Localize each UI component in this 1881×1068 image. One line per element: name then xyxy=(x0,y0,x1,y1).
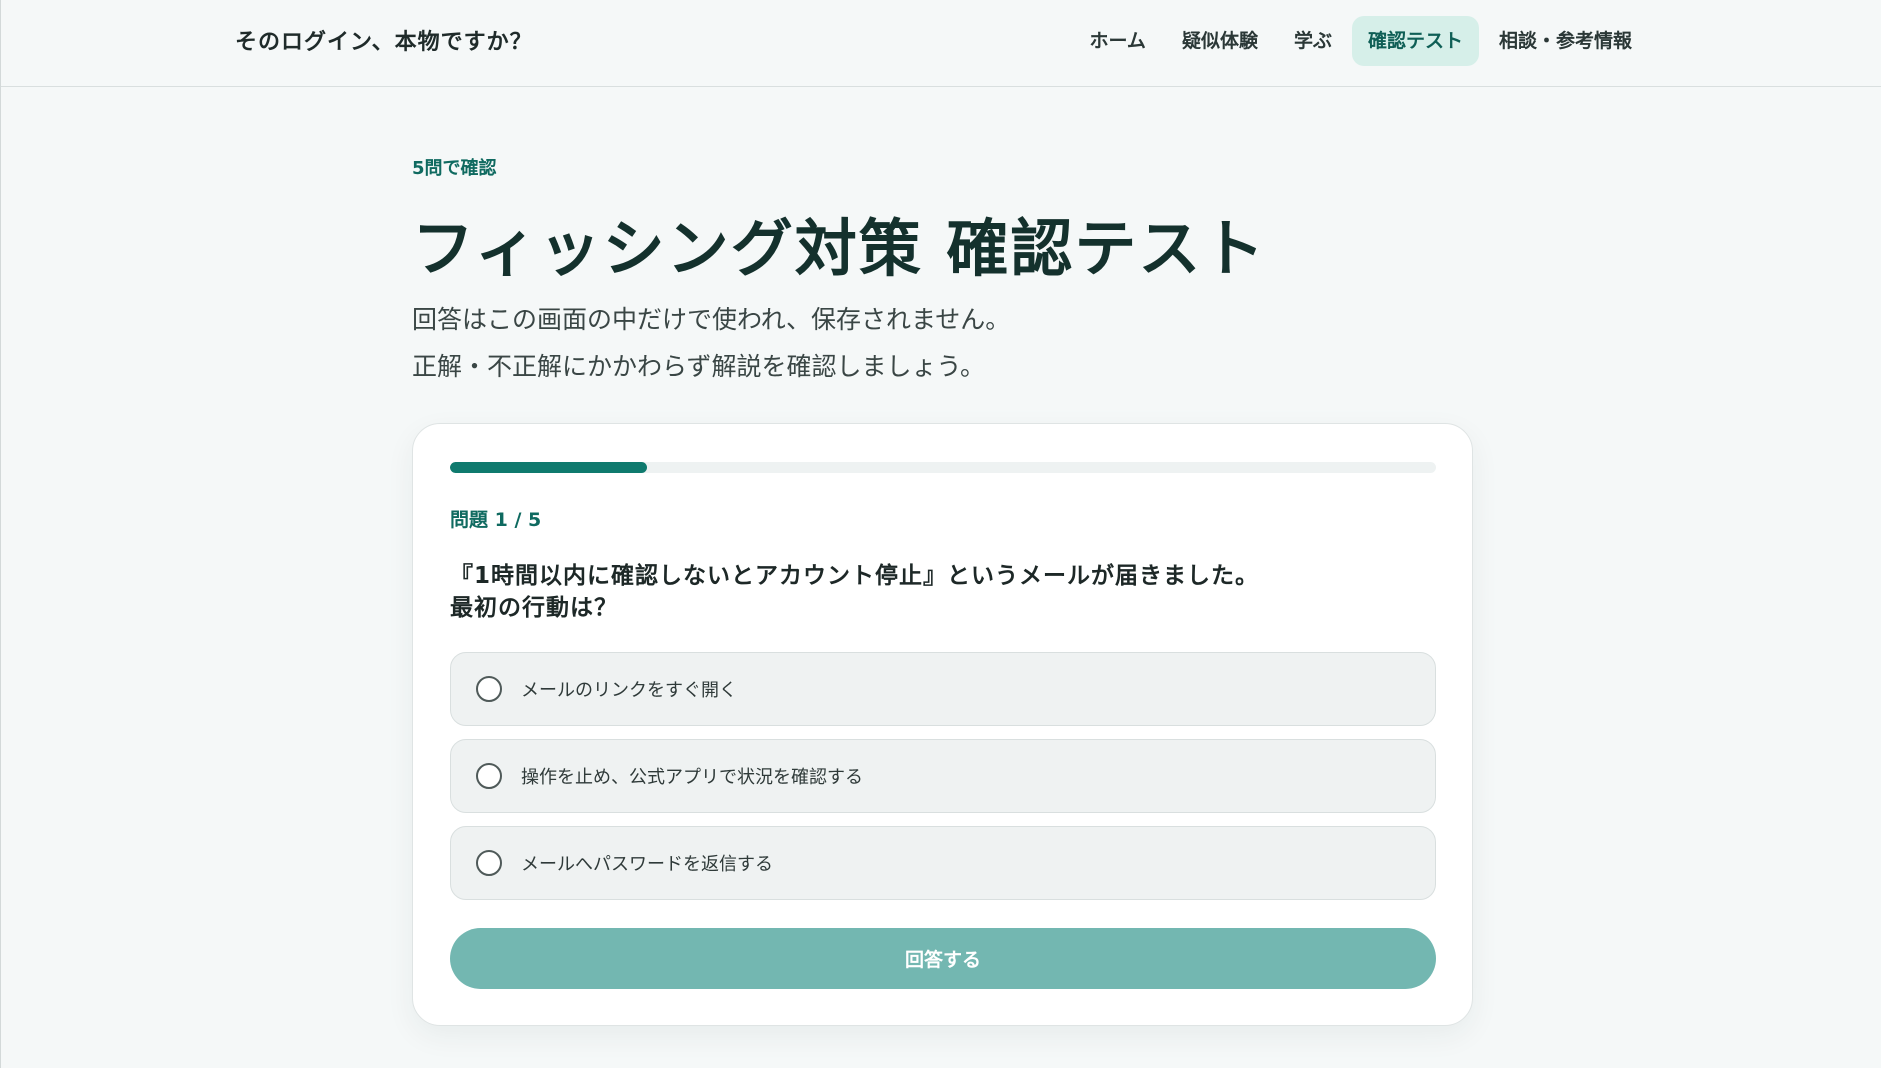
submit-answer-button[interactable]: 回答する xyxy=(450,928,1436,989)
site-title[interactable]: そのログイン、本物ですか？ xyxy=(235,24,533,56)
answer-option-1[interactable]: メールのリンクをすぐ開く xyxy=(450,652,1436,726)
nav-item-consult[interactable]: 相談・参考情報 xyxy=(1483,16,1648,66)
progress-bar xyxy=(450,462,1436,473)
quiz-card: 問題 1 / 5 『1時間以内に確認しないとアカウント停止』というメールが届きま… xyxy=(412,423,1473,1026)
nav-item-home[interactable]: ホーム xyxy=(1074,16,1162,66)
option-label: メールへパスワードを返信する xyxy=(521,854,773,875)
answer-option-3[interactable]: メールへパスワードを返信する xyxy=(450,826,1436,900)
page: そのログイン、本物ですか？ ホーム 疑似体験 学ぶ 確認テスト 相談・参考情報 … xyxy=(0,0,1881,1068)
radio-button[interactable] xyxy=(476,763,502,789)
question-line: 『1時間以内に確認しないとアカウント停止』というメールが届きました。 xyxy=(450,563,1260,589)
option-label: メールのリンクをすぐ開く xyxy=(521,680,737,701)
answer-option-2[interactable]: 操作を止め、公式アプリで状況を確認する xyxy=(450,739,1436,813)
nav-item-quiz[interactable]: 確認テスト xyxy=(1351,16,1479,66)
radio-button[interactable] xyxy=(476,850,502,876)
nav-item-simulation[interactable]: 疑似体験 xyxy=(1166,16,1274,66)
main-nav: ホーム 疑似体験 学ぶ 確認テスト 相談・参考情報 xyxy=(1074,16,1649,66)
answer-options: メールのリンクをすぐ開く 操作を止め、公式アプリで状況を確認する メールへパスワ… xyxy=(450,652,1436,913)
question-counter: 問題 1 / 5 xyxy=(450,509,542,531)
page-description: 回答はこの画面の中だけで使われ、保存されません。 正解・不正解にかかわらず解説を… xyxy=(412,296,1010,390)
page-title: フィッシング対策 確認テスト xyxy=(412,212,1267,285)
progress-bar-fill xyxy=(450,462,648,473)
question-line: 最初の行動は？ xyxy=(450,595,618,621)
description-line: 回答はこの画面の中だけで使われ、保存されません。 xyxy=(412,305,1011,334)
section-eyebrow: 5問で確認 xyxy=(412,158,497,179)
option-label: 操作を止め、公式アプリで状況を確認する xyxy=(521,767,863,788)
radio-button[interactable] xyxy=(476,676,502,702)
nav-item-learn[interactable]: 学ぶ xyxy=(1278,16,1348,66)
description-line: 正解・不正解にかかわらず解説を確認しましょう。 xyxy=(412,352,986,381)
site-header: そのログイン、本物ですか？ ホーム 疑似体験 学ぶ 確認テスト 相談・参考情報 xyxy=(1,0,1881,87)
question-text: 『1時間以内に確認しないとアカウント停止』というメールが届きました。 最初の行動… xyxy=(450,560,1436,624)
